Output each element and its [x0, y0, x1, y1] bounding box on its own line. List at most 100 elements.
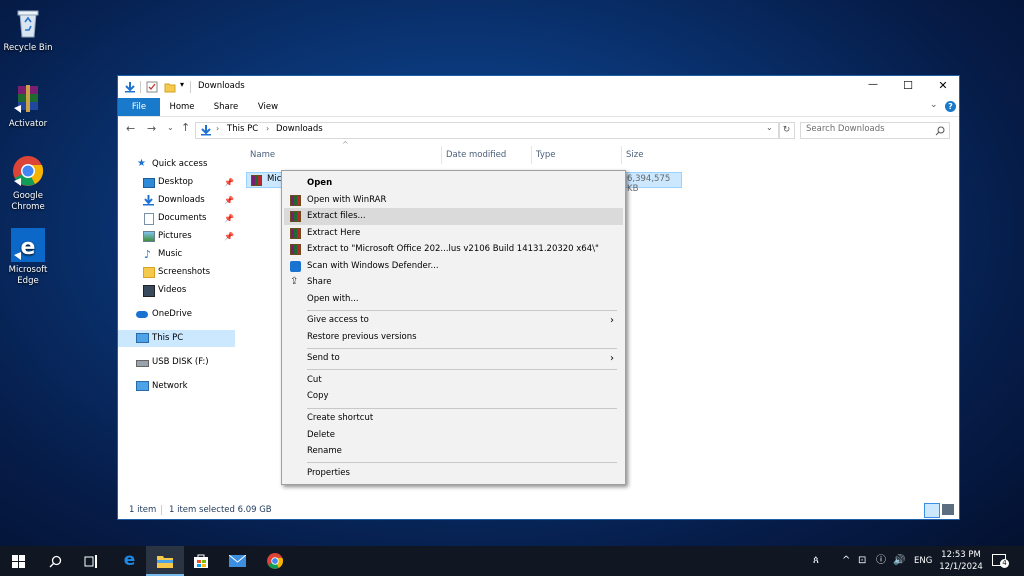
nav-downloads[interactable]: Downloads 📌 — [118, 192, 235, 209]
download-location-icon — [201, 125, 211, 136]
download-arrow-icon — [125, 82, 135, 93]
nav-quick-access[interactable]: ★ Quick access — [118, 156, 235, 173]
column-header-size[interactable]: Size — [622, 146, 682, 164]
menu-item-restore-versions[interactable]: Restore previous versions — [284, 329, 623, 346]
speaker-icon[interactable]: ⓘ — [876, 546, 886, 576]
desktop-icon-label-line1: Google — [13, 191, 43, 201]
show-hidden-icons-chevron-icon[interactable]: ^ — [842, 546, 850, 576]
menu-item-delete[interactable]: Delete — [284, 427, 623, 444]
recent-locations-chevron-icon[interactable]: ⌄ — [167, 123, 174, 132]
menu-item-send-to[interactable]: Send to › — [284, 350, 623, 367]
refresh-icon[interactable]: ↻ — [778, 122, 795, 139]
title-bar[interactable]: ▾ Downloads — ☐ ✕ — [118, 76, 959, 98]
menu-item-give-access[interactable]: Give access to › — [284, 312, 623, 329]
new-folder-icon[interactable] — [164, 81, 176, 93]
taskbar-chrome[interactable] — [256, 546, 294, 576]
menu-item-share[interactable]: ⇪ Share — [284, 274, 623, 291]
nav-screenshots[interactable]: Screenshots — [118, 264, 235, 281]
action-center-icon[interactable]: 4 — [992, 554, 1009, 568]
chrome-icon — [11, 154, 45, 188]
address-dropdown-icon[interactable]: ⌄ — [766, 123, 773, 132]
folder-icon — [143, 267, 155, 278]
column-header-name[interactable]: Name — [246, 146, 442, 164]
tab-file[interactable]: File — [118, 98, 160, 116]
file-name: Mic — [267, 174, 282, 184]
taskbar-mail[interactable] — [218, 546, 256, 576]
file-size: 6,394,575 KB — [627, 174, 671, 194]
nav-desktop[interactable]: Desktop 📌 — [118, 174, 235, 191]
pictures-icon — [143, 231, 155, 242]
search-input[interactable]: Search Downloads — [800, 122, 950, 139]
taskbar-store[interactable] — [182, 546, 220, 576]
desktop-icon-chrome[interactable]: Google Chrome — [2, 154, 54, 213]
clock[interactable]: 12:53 PM 12/1/2024 — [938, 549, 984, 573]
up-arrow-icon[interactable]: ↑ — [181, 121, 190, 134]
desktop-icon-label-line2: Edge — [17, 276, 39, 286]
minimize-button[interactable]: — — [858, 79, 888, 90]
column-header-type[interactable]: Type — [532, 146, 622, 164]
menu-item-extract-files[interactable]: Extract files... — [284, 208, 623, 225]
volume-icon[interactable]: 🔊 — [893, 546, 905, 576]
task-view-button[interactable] — [72, 546, 110, 576]
windows-defender-icon — [290, 261, 301, 272]
nav-videos[interactable]: Videos — [118, 282, 235, 299]
nav-usb-disk[interactable]: USB DISK (F:) — [118, 354, 235, 371]
nav-documents[interactable]: Documents 📌 — [118, 210, 235, 227]
people-icon[interactable]: ጰ — [813, 546, 819, 576]
nav-this-pc[interactable]: This PC — [118, 330, 235, 347]
close-button[interactable]: ✕ — [928, 79, 958, 92]
desktop-icon-activator[interactable]: Activator — [2, 82, 54, 130]
forward-arrow-icon[interactable]: → — [147, 122, 156, 135]
desktop-icon-recycle-bin[interactable]: Recycle Bin — [2, 6, 54, 54]
chrome-icon — [267, 553, 284, 569]
search-button[interactable] — [36, 546, 74, 576]
address-bar[interactable]: › This PC › Downloads ⌄ — [195, 122, 780, 139]
music-note-icon: ♪ — [144, 248, 152, 261]
menu-item-scan-defender[interactable]: Scan with Windows Defender... — [284, 258, 623, 275]
menu-item-rename[interactable]: Rename — [284, 443, 623, 460]
menu-item-open[interactable]: Open — [284, 175, 623, 192]
tab-share[interactable]: Share — [208, 98, 244, 116]
computer-icon — [136, 333, 149, 343]
cloud-icon — [136, 311, 148, 318]
tab-home[interactable]: Home — [164, 98, 200, 116]
menu-item-create-shortcut[interactable]: Create shortcut — [284, 410, 623, 427]
menu-item-extract-to[interactable]: Extract to "Microsoft Office 202...lus v… — [284, 241, 623, 258]
quick-access-toolbar-dropdown-icon[interactable]: ▾ — [180, 80, 184, 89]
menu-item-copy[interactable]: Copy — [284, 388, 623, 405]
network-tray-icon[interactable]: ⊡ — [858, 546, 866, 576]
winrar-archive-icon — [251, 175, 262, 186]
nav-pictures[interactable]: Pictures 📌 — [118, 228, 235, 245]
svg-text:e: e — [21, 235, 36, 260]
properties-checkbox-icon[interactable] — [146, 81, 158, 93]
tab-view[interactable]: View — [252, 98, 284, 116]
menu-item-open-with[interactable]: Open with... — [284, 291, 623, 308]
language-indicator[interactable]: ENG — [914, 546, 932, 576]
column-header-date-modified[interactable]: Date modified — [442, 146, 532, 164]
submenu-chevron-icon: › — [610, 353, 614, 364]
breadcrumb-this-pc[interactable]: This PC — [227, 124, 258, 134]
menu-item-cut[interactable]: Cut — [284, 372, 623, 389]
help-icon[interactable]: ? — [945, 101, 956, 112]
menu-separator — [307, 310, 617, 311]
taskbar-edge[interactable]: e — [110, 546, 148, 576]
menu-separator — [307, 369, 617, 370]
downloads-icon — [143, 195, 154, 206]
taskbar: e ጰ ^ ⊡ ⓘ 🔊 ENG 12:53 PM 12/1/2024 4 — [0, 546, 1024, 576]
menu-item-properties[interactable]: Properties — [284, 465, 623, 482]
nav-music[interactable]: ♪ Music — [118, 246, 235, 263]
breadcrumb-downloads[interactable]: Downloads — [276, 124, 323, 134]
start-button[interactable] — [0, 546, 38, 576]
expand-ribbon-icon[interactable]: ⌄ — [930, 100, 938, 110]
back-arrow-icon[interactable]: ← — [126, 122, 135, 135]
taskbar-file-explorer[interactable] — [146, 546, 184, 576]
pin-icon: 📌 — [224, 178, 234, 187]
menu-item-open-with-winrar[interactable]: Open with WinRAR — [284, 192, 623, 209]
details-view-icon[interactable] — [924, 503, 940, 518]
nav-network[interactable]: Network — [118, 378, 235, 395]
menu-item-extract-here[interactable]: Extract Here — [284, 225, 623, 242]
large-icons-view-icon[interactable] — [942, 504, 954, 515]
nav-onedrive[interactable]: OneDrive — [118, 306, 235, 323]
maximize-button[interactable]: ☐ — [893, 79, 923, 92]
desktop-icon-edge[interactable]: e Microsoft Edge — [2, 228, 54, 287]
